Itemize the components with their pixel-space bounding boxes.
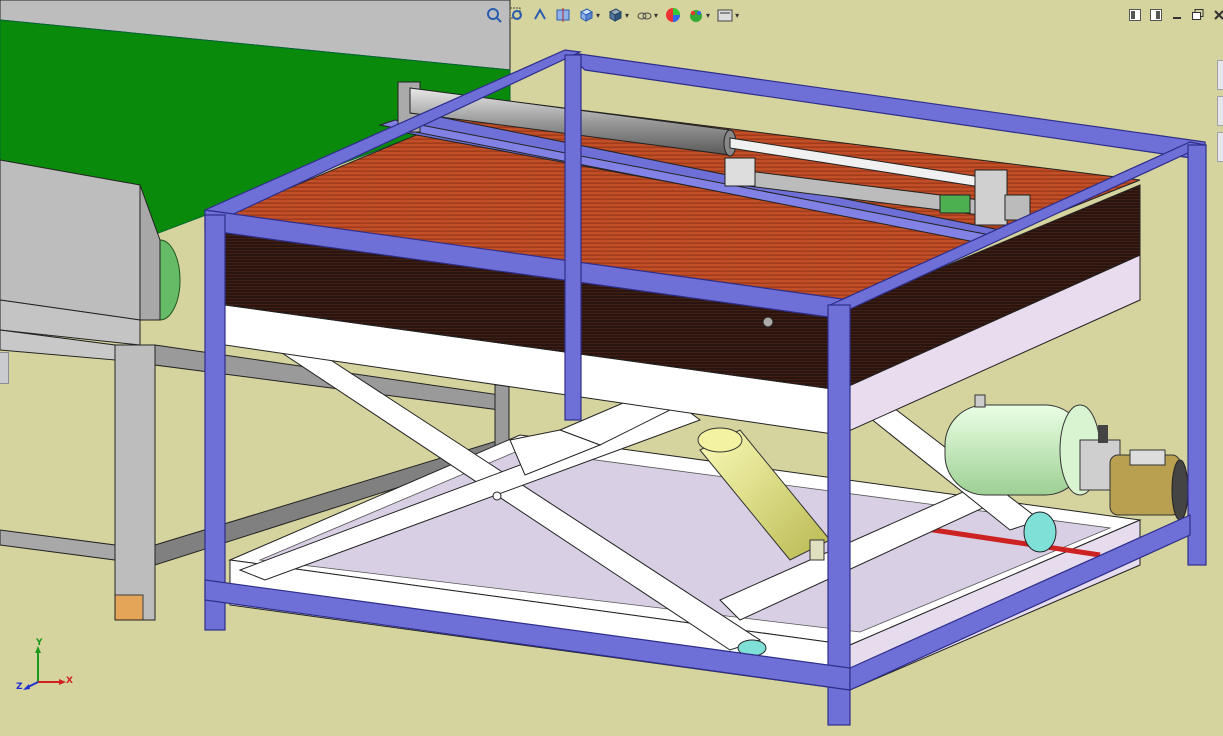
zoom-to-area-icon[interactable] <box>507 5 527 25</box>
close-icon[interactable] <box>1210 6 1223 24</box>
task-pane-tab[interactable] <box>1217 60 1223 90</box>
task-pane-tabs <box>1217 60 1223 168</box>
apply-scene-icon[interactable] <box>686 5 706 25</box>
hide-show-items-icon[interactable] <box>634 5 654 25</box>
view-orientation-dropdown-icon[interactable]: ▾ <box>596 11 600 20</box>
tile-left-icon[interactable] <box>1126 6 1144 24</box>
triad-x-label: X <box>66 676 73 686</box>
restore-icon[interactable] <box>1189 6 1207 24</box>
reference-triad: Y X Z <box>16 638 76 695</box>
previous-view-icon[interactable] <box>530 5 550 25</box>
section-view-icon[interactable] <box>553 5 573 25</box>
window-controls <box>1126 4 1223 26</box>
triad-y-label: Y <box>36 638 43 648</box>
triad-z-label: Z <box>16 682 23 692</box>
model-viewport[interactable] <box>0 0 1223 736</box>
view-settings-icon[interactable] <box>715 5 735 25</box>
minimize-icon[interactable] <box>1168 6 1186 24</box>
edit-appearance-icon[interactable] <box>663 5 683 25</box>
view-orientation-icon[interactable] <box>576 5 596 25</box>
task-pane-tab[interactable] <box>1217 96 1223 126</box>
display-style-icon[interactable] <box>605 5 625 25</box>
hide-show-dropdown-icon[interactable]: ▾ <box>654 11 658 20</box>
view-settings-dropdown-icon[interactable]: ▾ <box>735 11 739 20</box>
heads-up-view-toolbar: ▾ ▾ ▾ ▾ ▾ <box>484 4 741 26</box>
zoom-to-fit-icon[interactable] <box>484 5 504 25</box>
apply-scene-dropdown-icon[interactable]: ▾ <box>706 11 710 20</box>
task-pane-tab[interactable] <box>1217 132 1223 162</box>
display-style-dropdown-icon[interactable]: ▾ <box>625 11 629 20</box>
tile-right-icon[interactable] <box>1147 6 1165 24</box>
feature-tree-collapse-tab[interactable] <box>0 352 9 384</box>
triad-axes <box>23 646 66 690</box>
